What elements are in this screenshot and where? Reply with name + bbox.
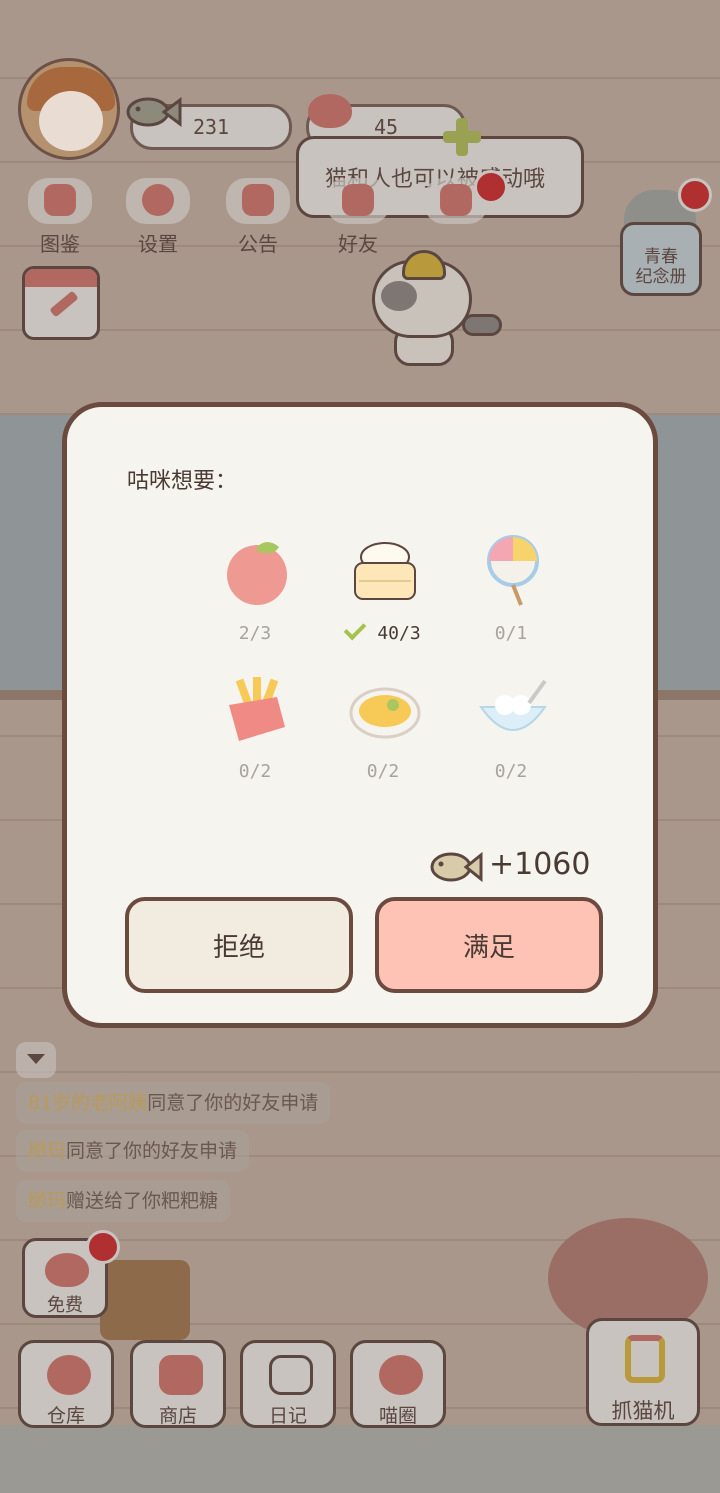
reward-display: +1060 bbox=[429, 843, 629, 893]
item-count: 0/2 bbox=[238, 761, 272, 782]
noodles-icon bbox=[349, 687, 421, 739]
rice-ball-soup-icon bbox=[479, 679, 547, 731]
fish-icon bbox=[430, 851, 483, 883]
item-rice-ball-soup[interactable]: 0/2 bbox=[453, 661, 569, 791]
reject-button[interactable]: 拒绝 bbox=[125, 897, 353, 993]
item-count: 2/3 bbox=[238, 623, 272, 644]
check-icon bbox=[343, 617, 367, 641]
reward-amount: +1060 bbox=[489, 847, 591, 882]
satisfy-label: 满足 bbox=[462, 932, 515, 963]
lollipop-icon bbox=[487, 535, 539, 606]
item-fries[interactable]: 0/2 bbox=[197, 661, 313, 791]
item-count: 0/1 bbox=[494, 623, 528, 644]
steamed-bun-icon bbox=[354, 542, 416, 600]
dialog-title: 咕咪想要： bbox=[127, 469, 238, 494]
reject-label: 拒绝 bbox=[212, 932, 265, 963]
cat-request-dialog: 咕咪想要： 2/3 40/3 0/1 0/2 0/2 0/2 +1060 拒绝 … bbox=[62, 402, 658, 1028]
item-count-complete: 40/3 bbox=[325, 617, 441, 644]
satisfy-button[interactable]: 满足 bbox=[375, 897, 603, 993]
item-peach[interactable]: 2/3 bbox=[197, 523, 313, 653]
item-count: 0/2 bbox=[494, 761, 528, 782]
item-count: 0/2 bbox=[366, 761, 400, 782]
item-count: 40/3 bbox=[377, 623, 421, 644]
item-lollipop[interactable]: 0/1 bbox=[453, 523, 569, 653]
peach-icon bbox=[227, 542, 287, 605]
item-noodles[interactable]: 0/2 bbox=[325, 661, 441, 791]
item-steamed-bun[interactable]: 40/3 bbox=[325, 523, 441, 653]
fries-icon bbox=[229, 677, 285, 741]
modal-overlay: 咕咪想要： 2/3 40/3 0/1 0/2 0/2 0/2 +1060 拒绝 … bbox=[0, 0, 720, 1493]
